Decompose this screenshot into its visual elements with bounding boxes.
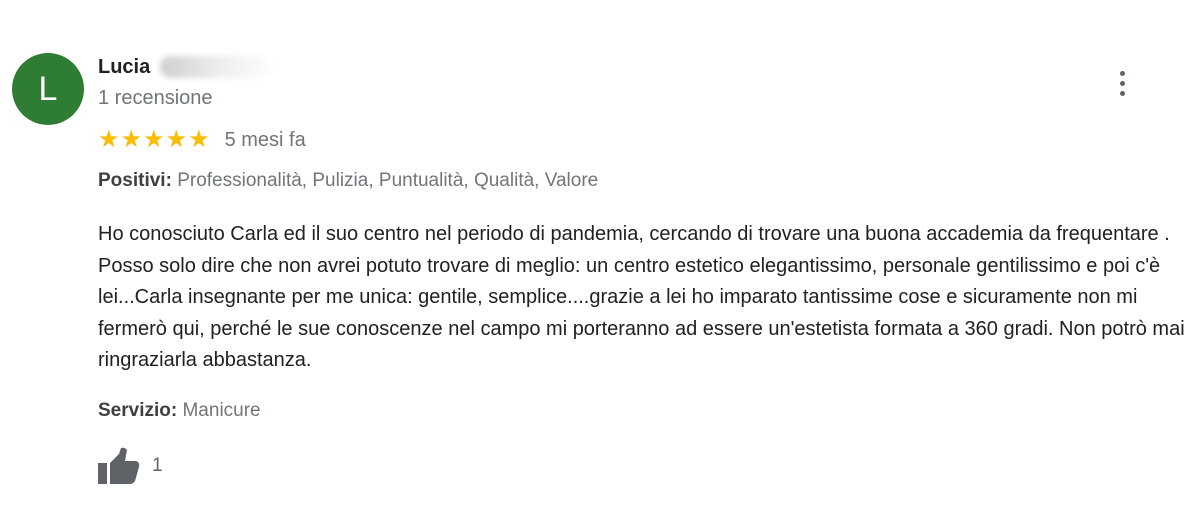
more-vert-icon [1119,80,1125,86]
rating-row: ★ ★ ★ ★ ★ 5 mesi fa [98,126,306,154]
thumb-up-icon[interactable] [98,446,140,486]
service-value: Manicure [182,400,261,421]
service-label: Servizio: [98,400,178,421]
star-icon: ★ [143,126,165,153]
author-name-row: Lucia [98,54,273,80]
more-vert-icon [1119,70,1125,76]
author-info: Lucia 1 recensione [98,54,273,110]
blurred-surname [160,56,273,78]
positives-value: Professionalità, Pulizia, Puntualità, Qu… [177,170,599,191]
like-count: 1 [152,455,163,476]
review-text: Ho conosciuto Carla ed il suo centro nel… [98,223,1185,371]
more-vert-icon [1119,90,1125,96]
star-icon: ★ [165,126,188,153]
review-card: L Lucia 1 recensione ★ ★ ★ ★ ★ 5 mesi fa… [0,0,1200,519]
avatar-letter: L [38,69,58,108]
star-icon: ★ [98,126,120,153]
star-icon: ★ [120,126,143,153]
positives-attributes: Positivi: Professionalità, Pulizia, Punt… [98,170,598,192]
star-icon: ★ [188,126,210,153]
avatar[interactable]: L [12,53,84,125]
star-rating: ★ ★ ★ ★ ★ [98,126,210,154]
review-time: 5 mesi fa [224,128,306,151]
positives-label: Positivi: [98,170,172,191]
like-row: 1 [98,446,163,486]
author-review-count[interactable]: 1 recensione [98,87,272,110]
service-attribute: Servizio: Manicure [98,400,261,422]
more-options-button[interactable] [1108,66,1136,100]
author-name[interactable]: Lucia [98,56,150,79]
